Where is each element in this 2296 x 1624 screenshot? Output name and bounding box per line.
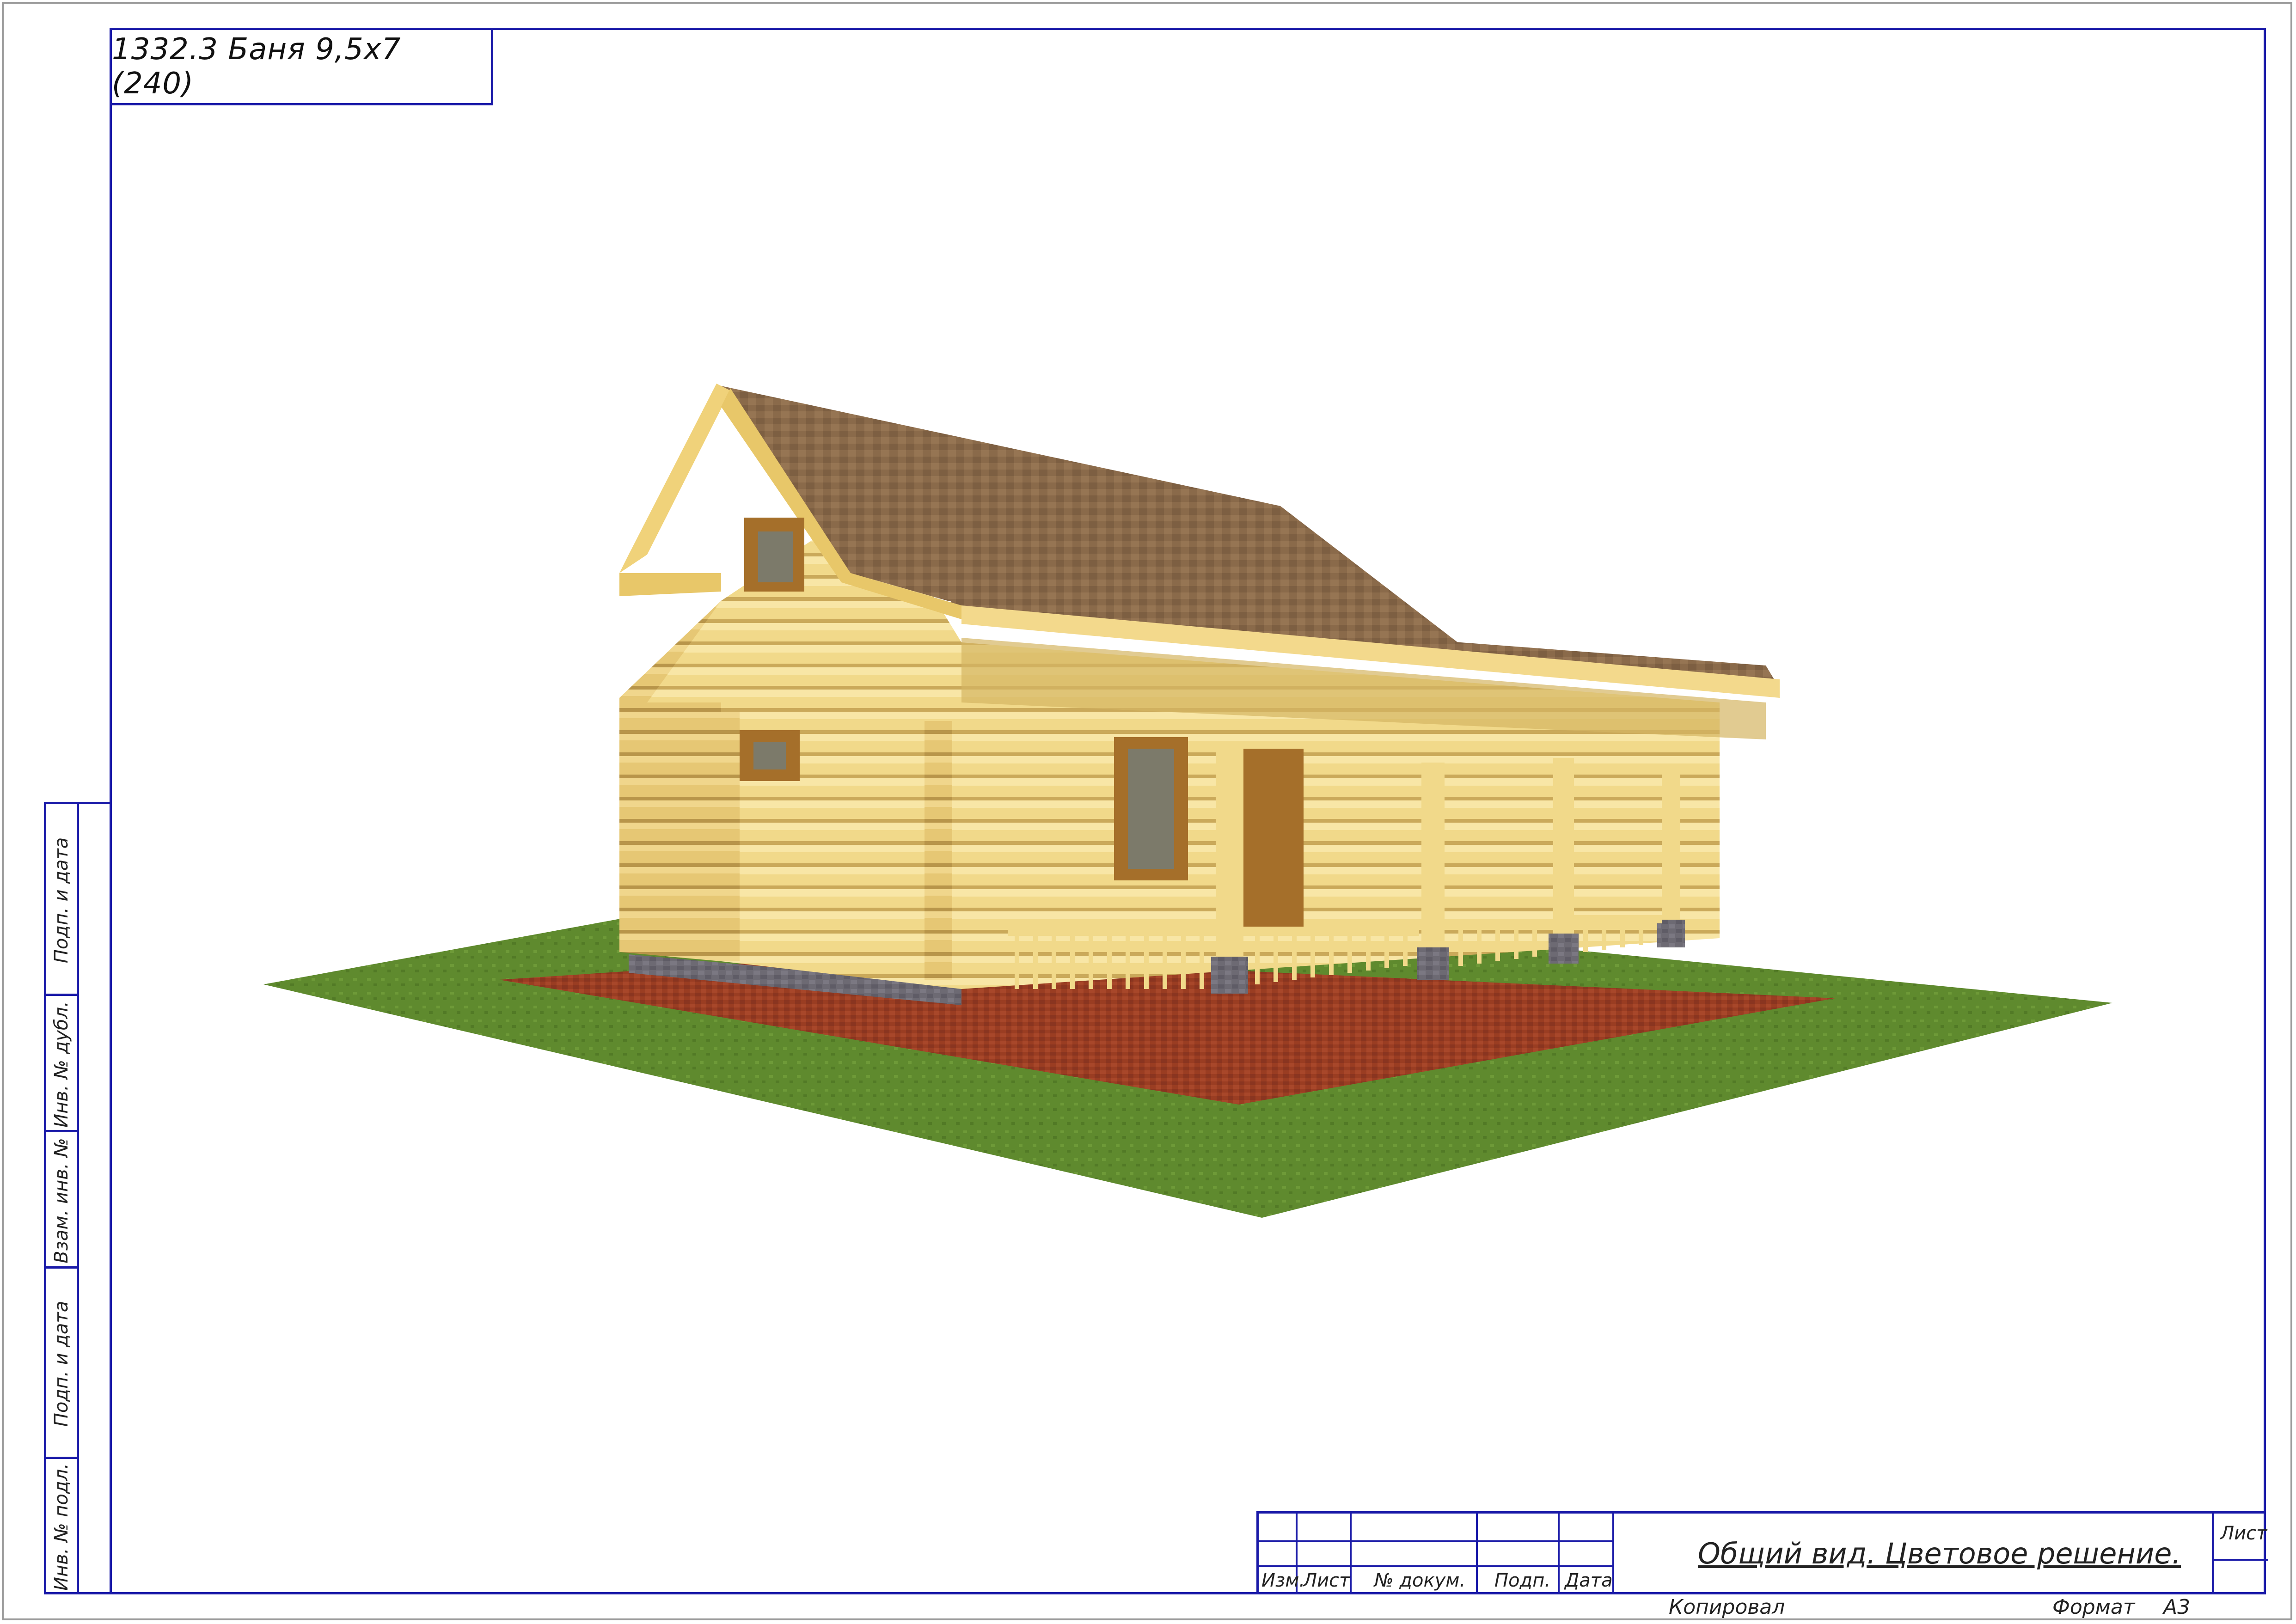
format-value: А3 xyxy=(2163,1595,2191,1619)
tb-col-izm: Изм. xyxy=(1261,1570,1305,1591)
title-block: Изм. Лист № докум. Подп. Дата Общий вид.… xyxy=(1256,1511,2268,1594)
side-label-2: Инв. № дубл. xyxy=(51,1001,73,1128)
side-label-4: Подп. и дата xyxy=(51,1300,73,1427)
bathhouse-illustration xyxy=(263,384,2112,1218)
tb-col-doc: № докум. xyxy=(1374,1570,1466,1591)
project-title: 1332.3 Баня 9,5х7 (240) xyxy=(112,32,401,101)
tb-col-sign: Подп. xyxy=(1494,1570,1551,1591)
side-strip-divider xyxy=(77,804,79,1592)
side-label-3: Взам. инв. № xyxy=(51,1137,72,1264)
tb-col-date: Дата xyxy=(1565,1570,1613,1591)
side-label-1: Подп. и дата xyxy=(51,837,73,963)
side-stamp-strip: Подп. и дата Инв. № дубл. Взам. инв. № П… xyxy=(44,802,112,1594)
sheet-label: Лист xyxy=(2220,1523,2267,1544)
drawing-title: Общий вид. Цветовое решение. xyxy=(1698,1537,2181,1570)
tb-col-list: Лист xyxy=(1303,1570,1350,1591)
copied-label: Копировал xyxy=(1669,1595,1785,1619)
format-label: Формат xyxy=(2052,1595,2135,1619)
project-title-box: 1332.3 Баня 9,5х7 (240) xyxy=(110,28,493,105)
side-label-5: Инв. № подл. xyxy=(51,1463,72,1591)
